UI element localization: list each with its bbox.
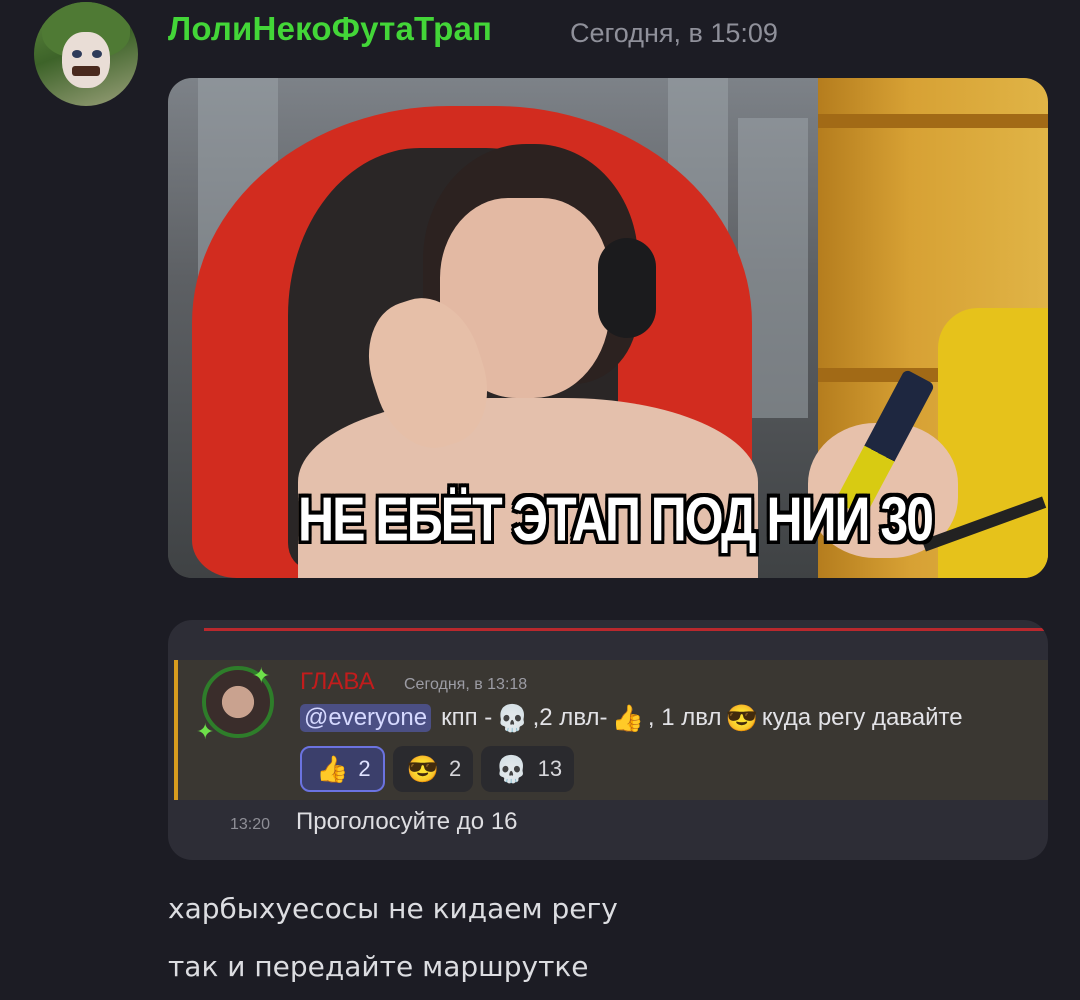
sparkle-icon: ✦ <box>196 720 215 745</box>
reply-text: Проголосуйте до 16 <box>296 808 518 835</box>
body-text: куда регу давайте <box>761 704 963 731</box>
message-text-line: харбыхуесосы не кидаем регу <box>168 892 618 925</box>
thumbs-up-emoji-icon: 👍 <box>316 754 349 784</box>
skull-emoji-icon: 💀 <box>496 703 529 733</box>
avatar-eye <box>72 50 82 58</box>
author-avatar[interactable] <box>34 2 138 106</box>
everyone-mention: @everyone <box>300 704 432 732</box>
meme-caption: НЕ ЕБЁТ ЭТАП ПОД НИИ 30 <box>298 484 934 554</box>
quoted-body: @everyone кпп - 💀 ,2 лвл- 👍 , 1 лвл 😎 ку… <box>300 704 963 732</box>
reaction-sunglasses: 😎 2 <box>392 746 474 792</box>
embed-divider <box>204 628 1048 631</box>
reaction-thumbs-up: 👍 2 <box>300 746 385 792</box>
avatar-mouth <box>72 66 100 76</box>
sparkle-icon: ✦ <box>252 664 271 689</box>
reaction-count: 2 <box>449 756 462 781</box>
sunglasses-emoji-icon: 😎 <box>725 703 758 733</box>
skull-emoji-icon: 💀 <box>495 754 528 784</box>
body-text: кпп - <box>441 704 493 731</box>
avatar-eye <box>92 50 102 58</box>
reply-row: 13:20 Проголосуйте до 16 <box>230 808 518 836</box>
message-timestamp: Сегодня, в 15:09 <box>570 18 778 48</box>
message-text-line: так и передайте маршрутке <box>168 950 589 983</box>
reply-timestamp: 13:20 <box>230 816 271 833</box>
body-text: ,2 лвл- <box>532 704 608 731</box>
reactions-row: 👍 2 😎 2 💀 13 <box>300 746 575 792</box>
quoted-timestamp: Сегодня, в 13:18 <box>404 676 528 693</box>
body-text: , 1 лвл <box>647 704 722 731</box>
reaction-skull: 💀 13 <box>481 746 575 792</box>
quoted-author: ГЛАВА <box>300 668 375 695</box>
sunglasses-emoji-icon: 😎 <box>406 754 439 784</box>
headphones <box>598 238 656 338</box>
thumbs-up-emoji-icon: 👍 <box>611 703 644 733</box>
reaction-count: 13 <box>537 756 563 781</box>
embedded-screenshot[interactable]: ✦ ✦ ГЛАВА Сегодня, в 13:18 @everyone кпп… <box>168 620 1048 860</box>
reaction-count: 2 <box>358 756 371 781</box>
meme-image[interactable]: НЕ ЕБЁТ ЭТАП ПОД НИИ 30 <box>168 78 1048 578</box>
avatar-face <box>62 32 110 88</box>
message-author[interactable]: ЛолиНекоФутаТрап <box>168 10 492 48</box>
shelf-board <box>818 114 1048 128</box>
